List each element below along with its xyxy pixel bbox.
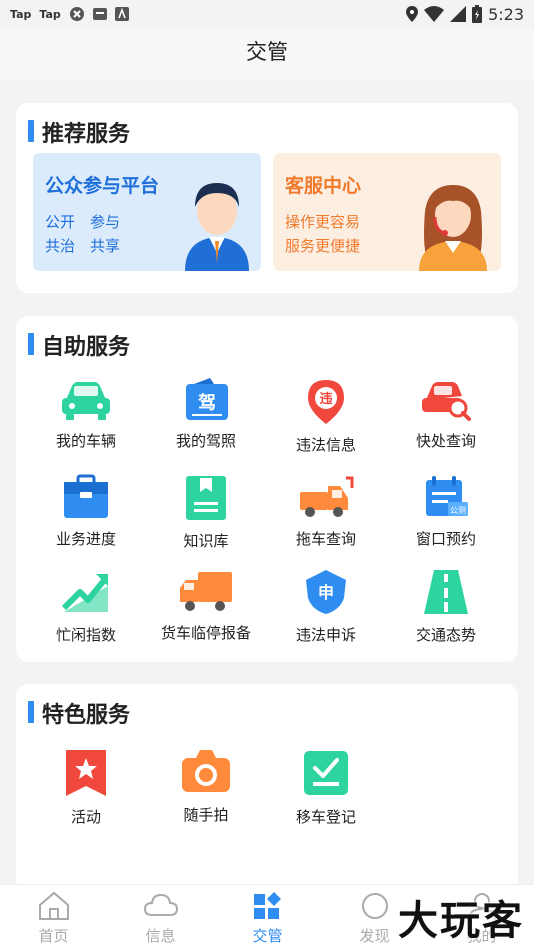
grid-label: 快处查询 — [415, 432, 476, 450]
license-icon: 驾 — [186, 378, 228, 420]
briefcase-icon — [64, 474, 108, 518]
font-icon — [114, 7, 129, 21]
car-icon — [62, 382, 110, 420]
calendar-icon: 公测 — [426, 476, 468, 516]
tab-home[interactable]: 首页 — [0, 891, 107, 946]
violation-pin-icon: 违 — [308, 380, 344, 424]
grid-label: 移车登记 — [295, 808, 356, 826]
grid-item-my-license[interactable]: 驾 我的驾照 — [146, 378, 266, 451]
discover-icon — [361, 893, 388, 919]
book-icon — [186, 476, 226, 520]
banner-line: 公开 参与 — [45, 213, 121, 231]
banner-title: 客服中心 — [285, 175, 362, 197]
officer-avatar-icon — [185, 183, 249, 271]
app-icon — [69, 7, 84, 21]
section-title: 自助服务 — [28, 329, 130, 361]
status-bar: Tap Tap 5:23 — [0, 0, 534, 28]
banner-line: 服务更便捷 — [285, 237, 361, 255]
mail-icon — [92, 8, 107, 20]
banner-line: 操作更容易 — [285, 213, 361, 231]
trend-up-icon — [61, 574, 109, 612]
svg-text:违: 违 — [319, 391, 332, 407]
grid-item-tow-query[interactable]: 拖车查询 — [266, 474, 386, 549]
customer-service-agent-icon — [419, 185, 487, 271]
road-icon — [424, 570, 468, 614]
grid-diamond-icon — [253, 892, 281, 919]
grid-item-busy-index[interactable]: 忙闲指数 — [26, 568, 146, 645]
grid-label: 忙闲指数 — [55, 626, 116, 644]
camera-icon — [182, 750, 230, 792]
signal-icon — [450, 6, 467, 22]
svg-text:公测: 公测 — [450, 506, 466, 515]
appeal-shield-icon: 申 — [306, 570, 346, 614]
grid-label: 活动 — [70, 808, 101, 826]
grid-item-violation-info[interactable]: 违 违法信息 — [266, 378, 386, 455]
tab-info[interactable]: 信息 — [107, 891, 214, 946]
battery-icon — [472, 5, 483, 23]
home-icon — [38, 891, 69, 920]
banner-title: 公众参与平台 — [45, 175, 160, 197]
customer-service-banner[interactable]: 客服中心 操作更容易 服务更便捷 — [273, 153, 501, 271]
self-service-card: 自助服务 我的车辆 驾 我的驾照 违 违法信息 快处查询 业务进度 知识库 拖车… — [16, 316, 518, 662]
location-icon — [406, 6, 419, 22]
grid-item-knowledge-base[interactable]: 知识库 — [146, 474, 266, 551]
grid-label: 我的驾照 — [175, 432, 236, 450]
grid-item-truck-parking[interactable]: 货车临停报备 — [146, 568, 266, 643]
grid-label: 窗口预约 — [415, 530, 476, 548]
grid-item-window-booking[interactable]: 公测 窗口预约 — [386, 474, 506, 549]
recommended-services-card: 推荐服务 公众参与平台 公开 参与 共治 共享 客服中心 操作更容易 服务更便捷 — [16, 103, 518, 293]
grid-item-violation-appeal[interactable]: 申 违法申诉 — [266, 568, 386, 645]
status-right: 5:23 — [406, 5, 524, 24]
grid-label: 违法信息 — [295, 436, 356, 454]
tab-traffic-management[interactable]: 交管 — [214, 891, 321, 946]
car-search-icon — [422, 382, 471, 421]
grid-label: 拖车查询 — [295, 530, 356, 548]
grid-label: 我的车辆 — [55, 432, 116, 450]
grid-item-snapshot[interactable]: 随手拍 — [146, 748, 266, 825]
truck-icon — [180, 572, 232, 611]
grid-label: 知识库 — [183, 532, 229, 550]
taptap-icon: Tap — [10, 7, 32, 21]
tab-label: 首页 — [38, 927, 69, 945]
section-title: 特色服务 — [28, 697, 130, 729]
grid-item-my-vehicle[interactable]: 我的车辆 — [26, 378, 146, 451]
page-title: 交管 — [0, 28, 534, 80]
tab-label: 信息 — [145, 927, 176, 945]
banner-line: 共治 共享 — [45, 237, 121, 255]
grid-label: 违法申诉 — [295, 626, 356, 644]
featured-services-card: 特色服务 活动 随手拍 移车登记 — [16, 684, 518, 894]
grid-item-activity[interactable]: 活动 — [26, 748, 146, 827]
status-left: Tap Tap — [10, 6, 129, 22]
svg-text:驾: 驾 — [198, 392, 216, 414]
tab-label: 交管 — [252, 927, 283, 945]
grid-item-quick-query[interactable]: 快处查询 — [386, 378, 506, 451]
watermark: 大玩客 — [398, 898, 524, 944]
grid-item-traffic-status[interactable]: 交通态势 — [386, 568, 506, 645]
section-title: 推荐服务 — [28, 116, 130, 148]
check-register-icon — [304, 751, 348, 795]
grid-label: 交通态势 — [415, 626, 476, 644]
status-time: 5:23 — [488, 4, 524, 24]
wifi-icon — [424, 6, 445, 22]
taptap-icon: Tap — [39, 7, 61, 21]
grid-item-move-car[interactable]: 移车登记 — [266, 748, 386, 827]
public-participation-banner[interactable]: 公众参与平台 公开 参与 共治 共享 — [33, 153, 261, 271]
grid-label: 业务进度 — [55, 530, 116, 548]
grid-label: 货车临停报备 — [160, 624, 251, 642]
grid-label: 随手拍 — [183, 806, 229, 824]
cloud-icon — [143, 893, 178, 916]
svg-text:申: 申 — [318, 583, 334, 602]
star-bookmark-icon — [66, 750, 106, 796]
tow-truck-icon — [300, 476, 354, 517]
grid-item-business-progress[interactable]: 业务进度 — [26, 474, 146, 549]
